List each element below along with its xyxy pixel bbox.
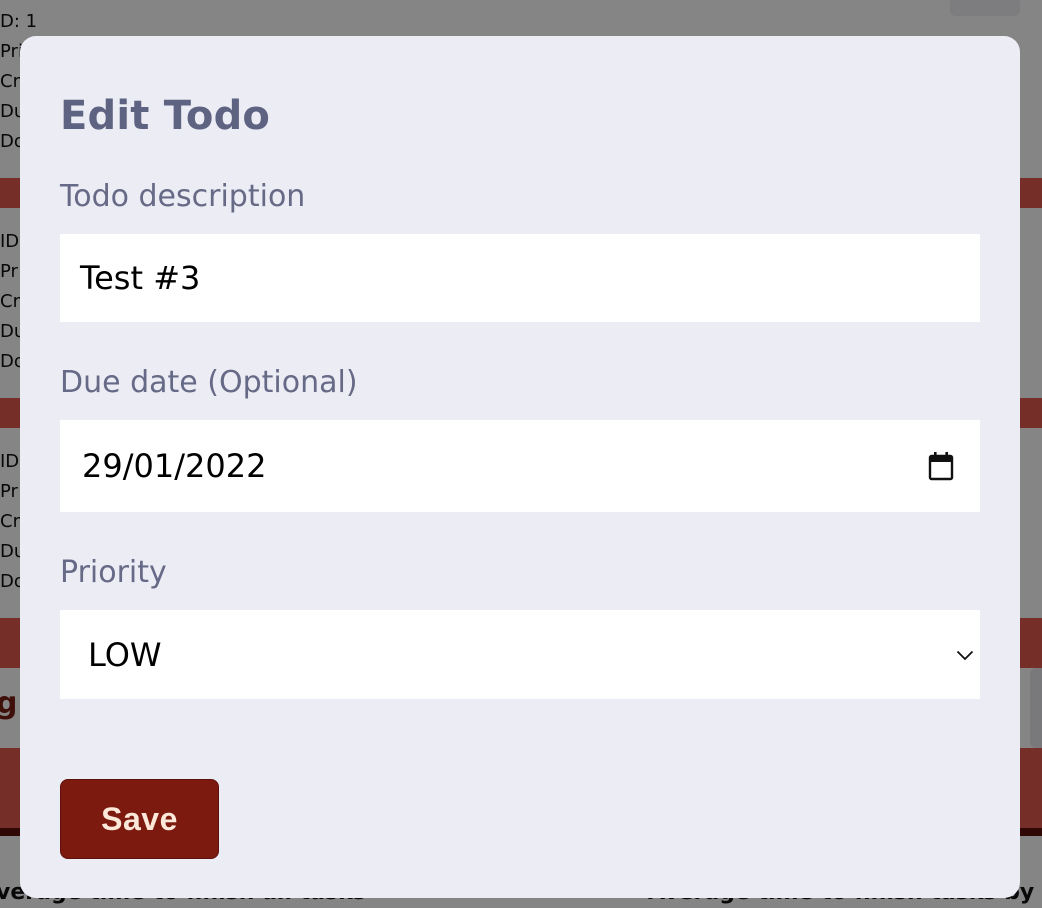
description-label: Todo description <box>60 179 306 214</box>
save-button-label: Save <box>101 800 178 837</box>
edit-todo-modal: Edit Todo Todo description Test #3 Due d… <box>20 36 1020 898</box>
due-date-label: Due date (Optional) <box>60 365 358 400</box>
chevron-down-icon <box>956 650 974 660</box>
save-button[interactable]: Save <box>60 779 219 859</box>
modal-title: Edit Todo <box>60 93 271 139</box>
priority-select[interactable]: LOW <box>60 610 980 699</box>
description-input[interactable]: Test #3 <box>60 234 980 322</box>
due-date-value: 29/01/2022 <box>82 447 267 485</box>
description-value: Test #3 <box>80 259 201 297</box>
priority-label: Priority <box>60 555 167 590</box>
calendar-icon[interactable] <box>928 451 954 481</box>
due-date-input[interactable]: 29/01/2022 <box>60 420 980 512</box>
priority-value: LOW <box>88 635 162 674</box>
